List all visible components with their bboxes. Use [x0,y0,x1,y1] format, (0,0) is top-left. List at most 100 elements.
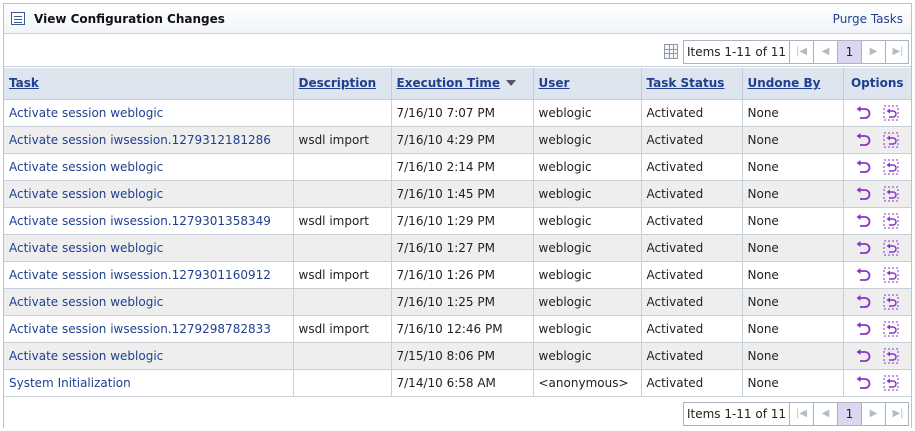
undo-icon[interactable] [855,375,871,391]
description-cell [292,287,392,316]
table-row: Activate session iwsession.1279301358349… [4,206,911,235]
undo-to-point-icon[interactable] [883,294,899,310]
task-link[interactable]: Activate session iwsession.1279301358349 [9,214,271,228]
description-cell [292,341,392,370]
execution-time-cell: 7/16/10 7:07 PM [390,98,534,127]
user-cell: weblogic [532,287,642,316]
sort-descending-icon[interactable] [506,79,516,86]
items-count: Items 1-11 of 11 [684,403,790,425]
table-settings-icon[interactable] [664,44,678,59]
undo-to-point-icon[interactable] [883,105,899,121]
current-page-button[interactable]: 1 [838,41,862,63]
first-page-icon[interactable]: |◀ [790,41,814,63]
next-page-icon[interactable]: ▶ [862,41,886,63]
undo-to-point-icon[interactable] [883,186,899,202]
task-link[interactable]: Activate session weblogic [9,106,163,120]
user-cell: weblogic [532,179,642,208]
top-pager: Items 1-11 of 11 |◀ ◀ 1 ▶ ▶| [683,40,909,64]
last-page-icon[interactable]: ▶| [886,41,910,63]
undo-icon[interactable] [855,321,871,337]
sort-task-status-link[interactable]: Task Status [647,76,725,90]
bottom-pager-bar: Items 1-11 of 11 |◀ ◀ 1 ▶ ▶| [4,396,911,428]
task-status-cell: Activated [640,152,743,181]
task-status-cell: Activated [640,341,743,370]
previous-page-icon[interactable]: ◀ [814,403,838,425]
user-cell: <anonymous> [532,368,642,397]
task-link[interactable]: Activate session iwsession.1279301160912 [9,268,271,282]
description-cell [292,152,392,181]
table-row: Activate session weblogic 7/16/10 1:25 PM… [4,287,911,316]
list-view-icon [11,12,25,25]
description-cell: wsdl import [292,314,392,343]
table-row: Activate session iwsession.1279312181286… [4,125,911,154]
user-cell: weblogic [532,233,642,262]
task-link[interactable]: Activate session weblogic [9,349,163,363]
task-status-cell: Activated [640,287,743,316]
undo-to-point-icon[interactable] [883,132,899,148]
execution-time-cell: 7/16/10 4:29 PM [390,125,534,154]
first-page-icon[interactable]: |◀ [790,403,814,425]
undo-to-point-icon[interactable] [883,321,899,337]
sort-undone-by-link[interactable]: Undone By [748,76,821,90]
options-cell [842,314,911,343]
description-cell [292,233,392,262]
user-cell: weblogic [532,314,642,343]
page-title: View Configuration Changes [34,12,225,26]
undo-icon[interactable] [855,294,871,310]
undo-to-point-icon[interactable] [883,213,899,229]
task-cell: Activate session weblogic [4,152,294,181]
top-pager-bar: Items 1-11 of 11 |◀ ◀ 1 ▶ ▶| [4,35,911,67]
undo-to-point-icon[interactable] [883,159,899,175]
user-cell: weblogic [532,206,642,235]
undone-by-cell: None [741,98,844,127]
task-link[interactable]: Activate session weblogic [9,160,163,174]
undo-to-point-icon[interactable] [883,375,899,391]
undo-icon[interactable] [855,240,871,256]
undo-icon[interactable] [855,159,871,175]
next-page-icon[interactable]: ▶ [862,403,886,425]
sort-user-link[interactable]: User [539,76,570,90]
task-cell: Activate session weblogic [4,233,294,262]
task-link[interactable]: Activate session weblogic [9,295,163,309]
options-cell [842,179,911,208]
task-cell: Activate session iwsession.1279301358349 [4,206,294,235]
undo-to-point-icon[interactable] [883,240,899,256]
undo-icon[interactable] [855,132,871,148]
task-cell: Activate session iwsession.1279301160912 [4,260,294,289]
execution-time-cell: 7/16/10 12:46 PM [390,314,534,343]
undo-icon[interactable] [855,348,871,364]
task-status-cell: Activated [640,98,743,127]
task-link[interactable]: Activate session weblogic [9,241,163,255]
task-link[interactable]: Activate session iwsession.1279312181286 [9,133,271,147]
description-cell: wsdl import [292,260,392,289]
task-cell: Activate session weblogic [4,341,294,370]
task-status-cell: Activated [640,179,743,208]
options-cell [842,152,911,181]
undo-to-point-icon[interactable] [883,348,899,364]
task-link[interactable]: System Initialization [9,376,131,390]
undone-by-cell: None [741,233,844,262]
table-row: Activate session weblogic 7/16/10 1:27 PM… [4,233,911,262]
task-cell: Activate session iwsession.1279312181286 [4,125,294,154]
sort-execution-time-link[interactable]: Execution Time [397,76,501,90]
undo-icon[interactable] [855,213,871,229]
undo-icon[interactable] [855,186,871,202]
purge-tasks-link[interactable]: Purge Tasks [833,12,903,26]
undone-by-cell: None [741,368,844,397]
task-link[interactable]: Activate session iwsession.1279298782833 [9,322,271,336]
current-page-button[interactable]: 1 [838,403,862,425]
previous-page-icon[interactable]: ◀ [814,41,838,63]
undo-to-point-icon[interactable] [883,267,899,283]
bottom-pager: Items 1-11 of 11 |◀ ◀ 1 ▶ ▶| [683,402,909,426]
user-cell: weblogic [532,341,642,370]
undo-icon[interactable] [855,105,871,121]
task-link[interactable]: Activate session weblogic [9,187,163,201]
sort-task-link[interactable]: Task [9,76,39,90]
sort-description-link[interactable]: Description [299,76,377,90]
options-cell [842,125,911,154]
last-page-icon[interactable]: ▶| [886,403,910,425]
task-cell: Activate session iwsession.1279298782833 [4,314,294,343]
undo-icon[interactable] [855,267,871,283]
undone-by-cell: None [741,206,844,235]
task-cell: Activate session weblogic [4,179,294,208]
